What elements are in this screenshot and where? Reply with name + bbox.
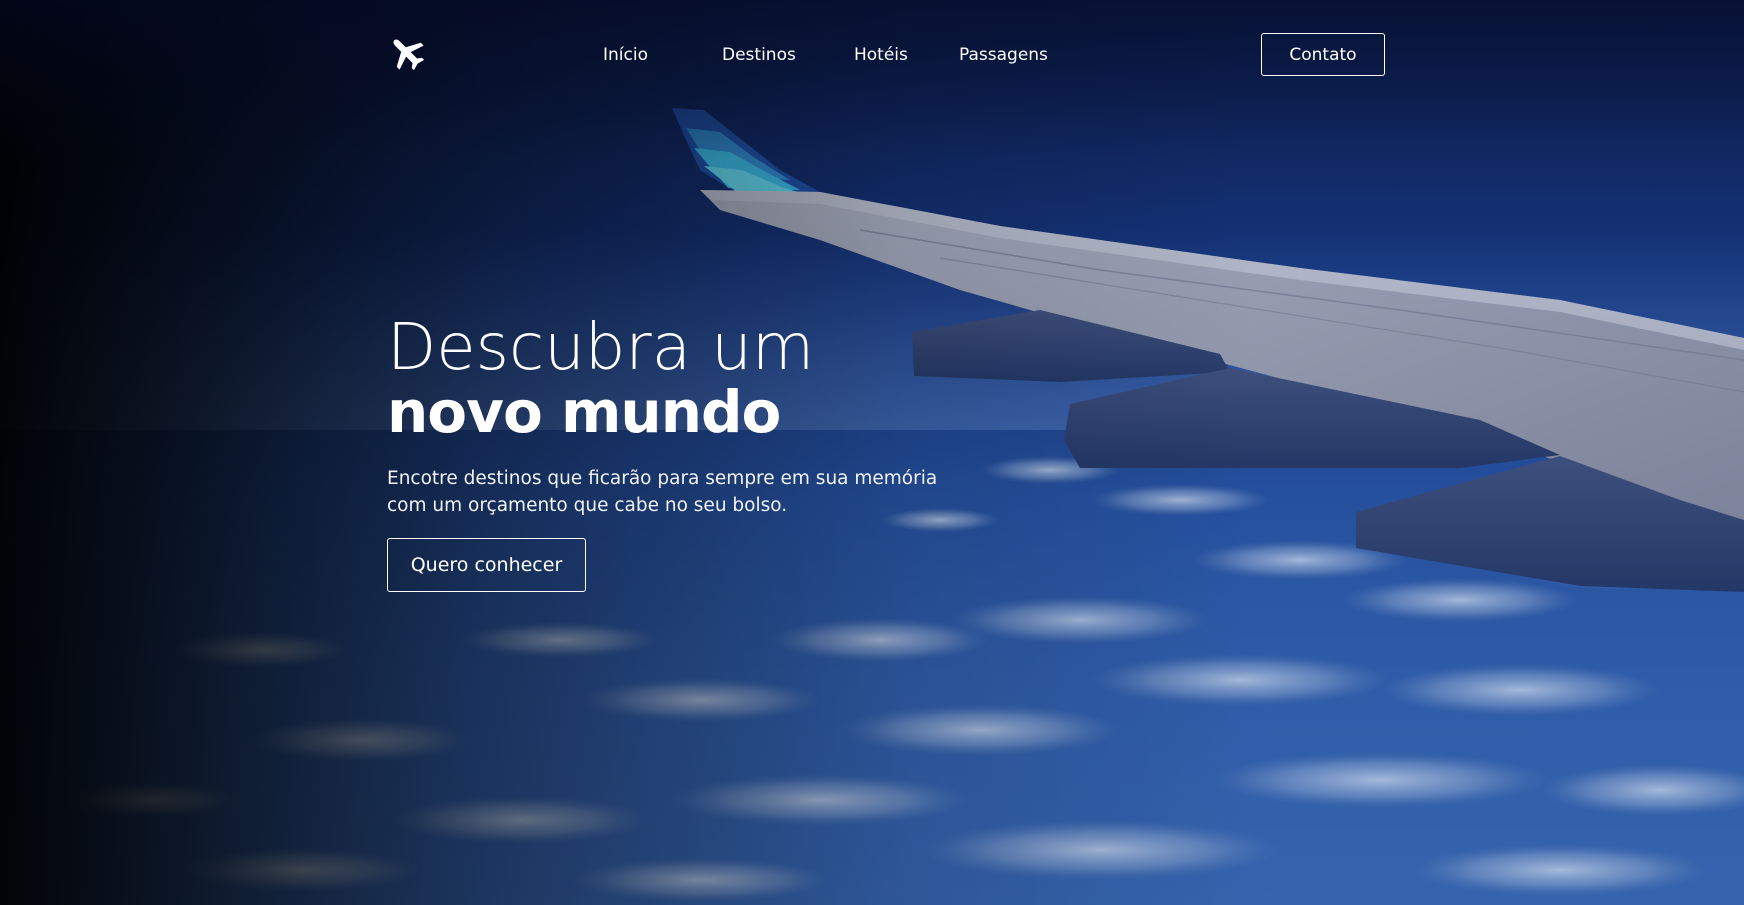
nav-link-destinos[interactable]: Destinos bbox=[722, 45, 796, 65]
contact-button[interactable]: Contato bbox=[1261, 33, 1385, 76]
hero-title-line2: novo mundo bbox=[387, 378, 781, 446]
hero-section: Início Destinos Hotéis Passagens Contato… bbox=[0, 0, 1744, 905]
nav-link-passagens[interactable]: Passagens bbox=[959, 45, 1048, 65]
nav-link-hoteis[interactable]: Hotéis bbox=[854, 45, 908, 65]
hero-subtitle-line2: com um orçamento que cabe no seu bolso. bbox=[387, 495, 788, 516]
top-overlay bbox=[0, 0, 1744, 160]
hero-subtitle-line1: Encotre destinos que ficarão para sempre… bbox=[387, 468, 938, 489]
hero-subtitle: Encotre destinos que ficarão para sempre… bbox=[387, 465, 947, 519]
hero-content: Descubra um novo mundo Encotre destinos … bbox=[387, 315, 987, 592]
hero-title-line1: Descubra um bbox=[387, 311, 815, 385]
cta-button[interactable]: Quero conhecer bbox=[387, 538, 586, 592]
navbar: Início Destinos Hotéis Passagens Contato bbox=[387, 33, 1387, 79]
airplane-icon[interactable] bbox=[387, 33, 427, 73]
nav-link-inicio[interactable]: Início bbox=[603, 45, 648, 65]
